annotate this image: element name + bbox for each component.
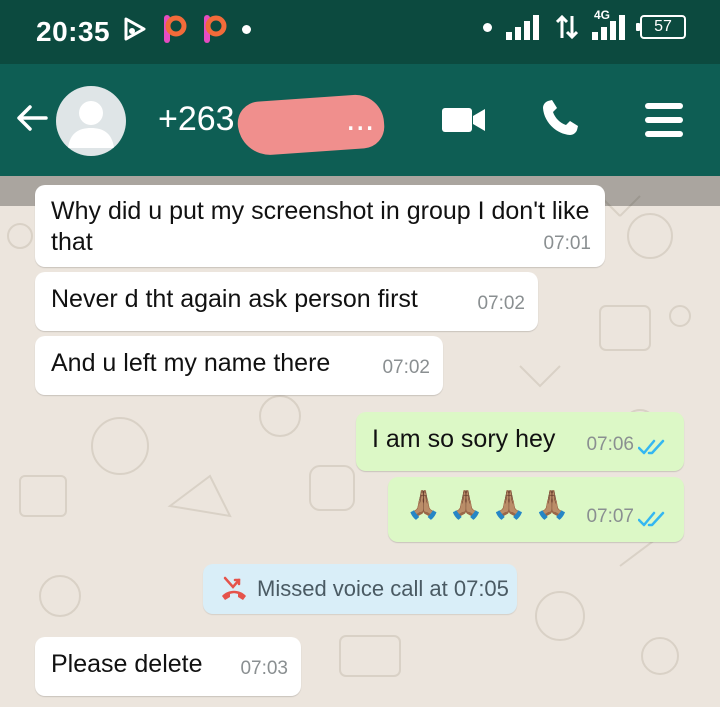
message-text: Please delete bbox=[51, 650, 203, 678]
message-time: 07:07 bbox=[586, 506, 634, 527]
chat-area[interactable]: Why did u put my screenshot in group I d… bbox=[0, 176, 720, 707]
missed-call-text: Missed voice call at 07:05 bbox=[257, 576, 509, 601]
signal-icon bbox=[506, 15, 539, 40]
data-transfer-icon bbox=[556, 14, 578, 40]
read-receipt-icon bbox=[638, 439, 665, 455]
message-time: 07:02 bbox=[477, 293, 525, 314]
outgoing-message[interactable]: 🙏🏽🙏🏽🙏🏽🙏🏽 07:07 bbox=[388, 477, 684, 542]
message-text: 🙏🏽🙏🏽🙏🏽🙏🏽 bbox=[406, 489, 578, 520]
read-receipt-icon bbox=[638, 511, 665, 527]
message-text: I am so sory hey bbox=[372, 425, 556, 453]
video-call-icon[interactable] bbox=[442, 106, 486, 134]
menu-icon[interactable] bbox=[644, 100, 684, 140]
incoming-message[interactable]: Why did u put my screenshot in group I d… bbox=[35, 185, 605, 267]
message-time: 07:01 bbox=[543, 233, 591, 254]
indicator-dot bbox=[483, 22, 492, 32]
app-p-icon bbox=[164, 15, 187, 43]
status-bar: 20:35 4G 57 bbox=[0, 0, 720, 64]
app-p-icon-2 bbox=[204, 15, 227, 43]
notification-icons bbox=[122, 14, 251, 44]
message-text: Why did u put my screenshot in group I d… bbox=[51, 197, 590, 256]
system-icons: 4G 57 bbox=[483, 8, 686, 40]
avatar[interactable] bbox=[56, 86, 126, 156]
message-time: 07:03 bbox=[240, 658, 288, 679]
battery-level: 57 bbox=[654, 18, 672, 35]
message-time: 07:02 bbox=[382, 357, 430, 378]
chat-header: +263 7 ... bbox=[0, 64, 720, 176]
contact-ellipsis: ... bbox=[346, 100, 375, 138]
missed-call-notice[interactable]: Missed voice call at 07:05 bbox=[203, 564, 517, 614]
incoming-message[interactable]: Please delete 07:03 bbox=[35, 637, 301, 696]
play-music-icon bbox=[124, 17, 146, 41]
signal-4g-icon: 4G bbox=[592, 8, 626, 40]
message-text: Never d tht again ask person first bbox=[51, 285, 418, 313]
message-time: 07:06 bbox=[586, 434, 634, 455]
outgoing-message[interactable]: I am so sory hey 07:06 bbox=[356, 412, 684, 471]
missed-call-icon bbox=[222, 576, 246, 600]
incoming-message[interactable]: Never d tht again ask person first 07:02 bbox=[35, 272, 538, 331]
battery-icon: 57 bbox=[636, 15, 686, 39]
incoming-message[interactable]: And u left my name there 07:02 bbox=[35, 336, 443, 395]
message-text: And u left my name there bbox=[51, 349, 331, 377]
status-time: 20:35 bbox=[36, 16, 111, 47]
back-arrow-icon[interactable] bbox=[14, 100, 50, 136]
default-avatar-icon bbox=[68, 101, 114, 148]
more-notifications-dot bbox=[242, 24, 251, 34]
voice-call-icon[interactable] bbox=[540, 98, 580, 138]
